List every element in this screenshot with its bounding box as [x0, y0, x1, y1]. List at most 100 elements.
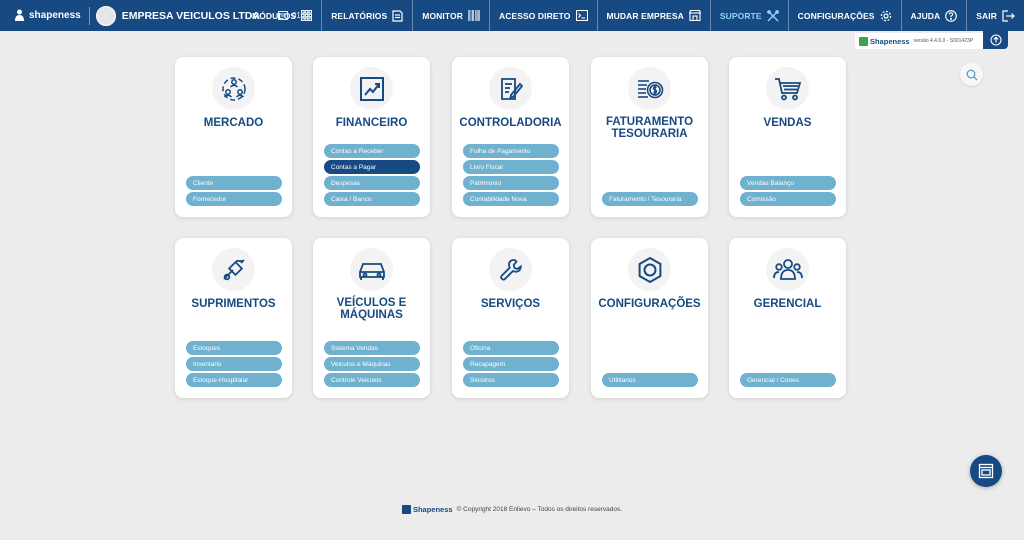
- link-controle-veiculos[interactable]: Controle Veiculos: [324, 373, 420, 387]
- floating-window-button[interactable]: [970, 455, 1002, 487]
- card-title: GERENCIAL: [753, 298, 822, 310]
- hex-nut-icon: [628, 248, 671, 291]
- link-faturamento-tesouraria[interactable]: Faturamento / Tesouraria: [602, 192, 698, 206]
- module-card-vendas[interactable]: VENDAS Vendas Balanço Comissão: [729, 57, 846, 217]
- link-comissao[interactable]: Comissão: [740, 192, 836, 206]
- menu-acesso-direto[interactable]: ACESSO DIRETO: [488, 0, 597, 31]
- company-name: EMPRESA VEICULOS LTDA: [121, 9, 260, 22]
- grid-icon: [301, 10, 313, 21]
- link-estoque-hospitalar[interactable]: Estoque-Hospitalar: [186, 373, 282, 387]
- link-cliente[interactable]: Cliente: [186, 176, 282, 190]
- chart-icon: [350, 67, 393, 110]
- terminal-icon: [575, 10, 588, 21]
- hand-truck-icon: [212, 248, 255, 291]
- version-strip: Shapeness versão 4.4.6.0 - S001423P: [855, 33, 983, 49]
- team-icon: [766, 248, 809, 291]
- module-card-controladoria[interactable]: CONTROLADORIA Folha de Pagamento Livro F…: [452, 57, 569, 217]
- menu-mudar-empresa[interactable]: MUDAR EMPRESA: [596, 0, 710, 31]
- link-despesas[interactable]: Despesas: [324, 176, 420, 190]
- card-title: FINANCEIRO: [335, 117, 408, 129]
- menu-ajuda[interactable]: AJUDA: [900, 0, 967, 31]
- card-title: CONFIGURAÇÕES: [598, 298, 701, 310]
- store-icon: [688, 10, 701, 21]
- version-text: versão 4.4.6.0 - S001423P: [913, 38, 974, 44]
- module-card-mercado[interactable]: MERCADO Cliente Fornecedor: [175, 57, 292, 217]
- link-inventario[interactable]: Inventario: [186, 357, 282, 371]
- copyright-text: © Copyright 2018 Enlievo – Todos os dire…: [456, 506, 623, 513]
- card-title: SUPRIMENTOS: [191, 298, 276, 310]
- card-links: Folha de Pagamento Livro Fiscal Patrimon…: [463, 144, 559, 206]
- main-menu: MÓDULOS RELATÓRIOS MONITOR ACESSO DIRETO…: [243, 0, 1024, 31]
- card-title: FATURAMENTO TESOURARIA: [591, 116, 708, 140]
- menu-suporte[interactable]: SUPORTE: [709, 0, 788, 31]
- module-card-financeiro[interactable]: FINANCEIRO Contas a Receber Contas a Pag…: [313, 57, 430, 217]
- menu-monitor[interactable]: MONITOR: [412, 0, 489, 31]
- menu-label: MUDAR EMPRESA: [606, 10, 684, 21]
- link-patrimonio[interactable]: Patrimonio: [463, 176, 559, 190]
- card-links: Vendas Balanço Comissão: [740, 176, 836, 206]
- link-vendas-balanco[interactable]: Vendas Balanço: [740, 176, 836, 190]
- page-footer: Shapeness © Copyright 2018 Enlievo – Tod…: [0, 505, 1024, 514]
- search-button[interactable]: [960, 63, 983, 86]
- menu-label: AJUDA: [910, 10, 941, 21]
- cart-icon: [766, 67, 809, 110]
- module-card-gerencial[interactable]: GERENCIAL Gerencial / Cones: [729, 238, 846, 398]
- menu-configuracoes[interactable]: CONFIGURAÇÕES: [787, 0, 901, 31]
- menu-sair[interactable]: SAIR: [966, 0, 1024, 31]
- company-selector[interactable]: EMPRESA VEICULOS LTDA: [90, 5, 260, 26]
- brand-logo[interactable]: shapeness: [0, 0, 89, 31]
- link-estoques[interactable]: Estoques: [186, 341, 282, 355]
- link-contas-a-receber[interactable]: Contas a Receber: [324, 144, 420, 158]
- link-sinistros[interactable]: Sinistros: [463, 373, 559, 387]
- card-title: VENDAS: [763, 117, 812, 129]
- card-title: MERCADO: [203, 117, 264, 129]
- menu-label: RELATÓRIOS: [331, 10, 388, 21]
- menu-label: MÓDULOS: [252, 10, 297, 21]
- menu-label: ACESSO DIRETO: [498, 10, 571, 21]
- link-oficina[interactable]: Oficina: [463, 341, 559, 355]
- menu-modulos[interactable]: MÓDULOS: [243, 0, 321, 31]
- link-utilitarios[interactable]: Utilitarios: [602, 373, 698, 387]
- top-navigation-bar: shapeness EMPRESA VEICULOS LTDA 01 MÓDUL…: [0, 0, 1024, 31]
- card-title-line1: VEÍCULOS E: [336, 297, 407, 309]
- upload-button[interactable]: [983, 31, 1008, 49]
- card-links: Faturamento / Tesouraria: [602, 192, 698, 206]
- link-livro-fiscal[interactable]: Livro Fiscal: [463, 160, 559, 174]
- search-icon: [966, 69, 977, 80]
- link-sistema-vendas[interactable]: Sistema Vendas: [324, 341, 420, 355]
- footer-logo: Shapeness: [401, 505, 453, 514]
- logo-square-icon: [401, 505, 411, 514]
- tools-icon: [766, 9, 779, 21]
- market-users-icon: [212, 67, 255, 110]
- gear-icon: [880, 10, 891, 21]
- shapeness-logo-icon: [15, 9, 24, 21]
- link-recapagem[interactable]: Recapagem: [463, 357, 559, 371]
- module-card-servicos[interactable]: SERVIÇOS Oficina Recapagem Sinistros: [452, 238, 569, 398]
- card-links: Oficina Recapagem Sinistros: [463, 341, 559, 387]
- company-avatar: [95, 5, 116, 26]
- card-title-line1: FATURAMENTO: [605, 116, 694, 128]
- link-fornecedor[interactable]: Fornecedor: [186, 192, 282, 206]
- card-links: Cliente Fornecedor: [186, 176, 282, 206]
- wrench-icon: [489, 248, 532, 291]
- version-brand: Shapeness: [870, 36, 910, 46]
- module-card-suprimentos[interactable]: SUPRIMENTOS Estoques Inventario Estoque-…: [175, 238, 292, 398]
- document-edit-icon: [489, 67, 532, 110]
- card-title: SERVIÇOS: [480, 298, 541, 310]
- menu-label: SUPORTE: [719, 10, 762, 21]
- module-card-veiculos-maquinas[interactable]: VEÍCULOS E MÁQUINAS Sistema Vendas Veicu…: [313, 238, 430, 398]
- card-title-line2: MÁQUINAS: [340, 309, 403, 321]
- link-caixa-banco[interactable]: Caixa / Banco: [324, 192, 420, 206]
- module-card-faturamento-tesouraria[interactable]: FATURAMENTO TESOURARIA Faturamento / Tes…: [591, 57, 708, 217]
- link-folha-de-pagamento[interactable]: Folha de Pagamento: [463, 144, 559, 158]
- link-gerencial-cones[interactable]: Gerencial / Cones: [740, 373, 836, 387]
- logo-square-icon: [859, 36, 868, 46]
- module-card-configuracoes[interactable]: CONFIGURAÇÕES Utilitarios: [591, 238, 708, 398]
- link-veiculos-e-maquinas[interactable]: Veiculos e Máquinas: [324, 357, 420, 371]
- link-contabilidade-nova[interactable]: Contabilidade Nova: [463, 192, 559, 206]
- card-title: VEÍCULOS E MÁQUINAS: [313, 297, 430, 321]
- menu-label: MONITOR: [422, 10, 463, 21]
- window-icon: [978, 463, 994, 479]
- link-contas-a-pagar[interactable]: Contas a Pagar: [324, 160, 420, 174]
- menu-relatorios[interactable]: RELATÓRIOS: [321, 0, 412, 31]
